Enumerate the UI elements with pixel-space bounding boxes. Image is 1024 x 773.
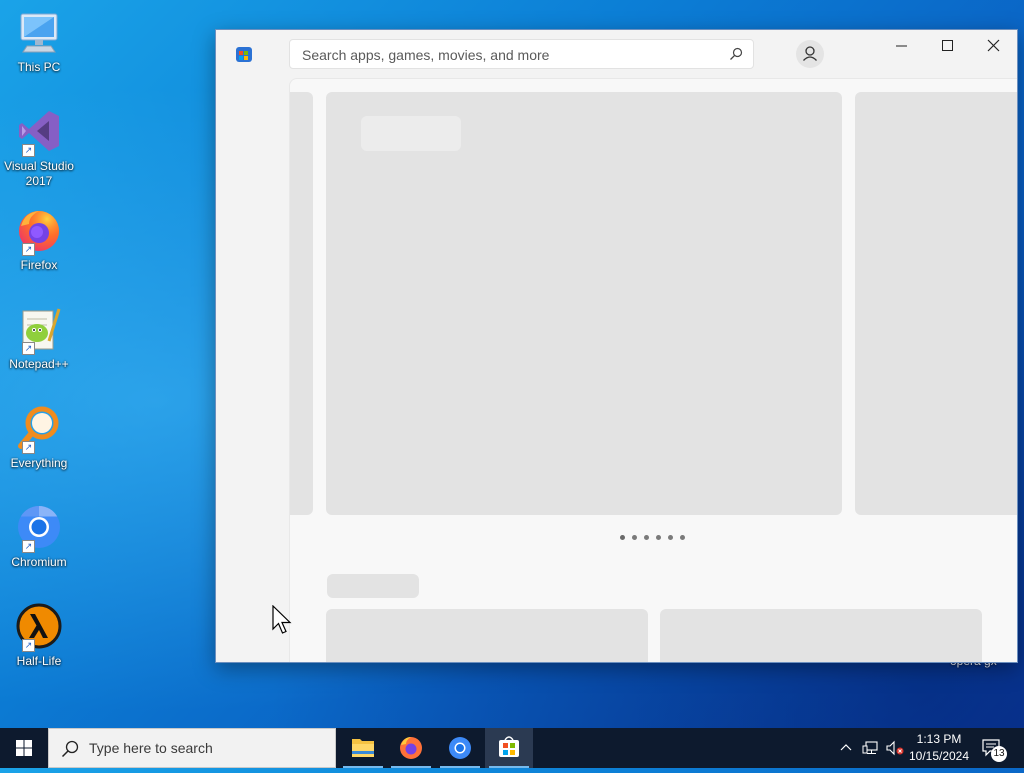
firefox-icon (400, 737, 422, 759)
maximize-button[interactable] (924, 30, 970, 62)
person-icon (803, 46, 817, 61)
account-button[interactable] (796, 40, 824, 68)
search-icon[interactable] (729, 47, 743, 61)
store-search-input[interactable] (300, 44, 724, 66)
taskbar-search-box[interactable]: Type here to search (48, 728, 336, 768)
notepad-plus-plus-icon: ↗ (15, 305, 63, 355)
tile-placeholder[interactable] (660, 609, 982, 662)
mouse-cursor-icon (272, 605, 292, 634)
taskbar-app-file-explorer[interactable] (339, 728, 387, 768)
windows-logo-icon (16, 740, 32, 756)
chromium-icon: ↗ (15, 503, 63, 553)
carousel-dot[interactable] (644, 535, 649, 540)
microsoft-store-icon (499, 736, 519, 757)
monitor-icon (15, 8, 63, 56)
network-icon[interactable] (862, 740, 880, 756)
show-hidden-icons-chevron-icon[interactable] (838, 740, 854, 756)
desktop-icon-label: Half-Life (16, 654, 62, 668)
navigation-sidebar (216, 78, 289, 662)
desktop-icon-label: Firefox (20, 258, 58, 272)
close-button[interactable] (970, 30, 1016, 62)
notification-count-badge: 13 (991, 746, 1007, 762)
search-icon (61, 740, 79, 758)
microsoft-store-logo-icon (236, 47, 252, 62)
desktop-icon-everything[interactable]: ↗ Everything (4, 404, 74, 471)
visual-studio-icon: ↗ (15, 107, 63, 157)
clock-time[interactable]: 1:13 PM (908, 732, 970, 746)
desktop-icon-visual-studio[interactable]: ↗ Visual Studio 2017 (4, 107, 74, 189)
taskbar-app-chromium[interactable] (436, 728, 484, 768)
carousel-dot[interactable] (632, 535, 637, 540)
tile-placeholder[interactable] (326, 609, 648, 662)
desktop-icon-firefox[interactable]: ↗ Firefox (4, 206, 74, 273)
carousel-dot[interactable] (680, 535, 685, 540)
desktop-icon-chromium[interactable]: ↗ Chromium (4, 503, 74, 570)
clock-date[interactable]: 10/15/2024 (905, 749, 973, 763)
taskbar-search-placeholder: Type here to search (89, 740, 213, 756)
taskbar: Type here to search 1:13 PM 10/15/2024 1… (0, 728, 1024, 768)
store-search-box[interactable] (289, 39, 754, 69)
firefox-icon: ↗ (15, 206, 63, 256)
action-center-button[interactable]: 13 (980, 736, 1008, 762)
shortcut-arrow-icon: ↗ (22, 639, 35, 652)
taskbar-app-microsoft-store[interactable] (485, 728, 533, 768)
desktop-icon-this-pc[interactable]: This PC (4, 8, 74, 75)
carousel-card-previous[interactable] (290, 92, 313, 515)
chromium-icon (449, 737, 471, 759)
desktop-icon-half-life[interactable]: ↗ Half-Life (4, 602, 74, 669)
carousel-card-current[interactable] (326, 92, 842, 515)
carousel-dot[interactable] (656, 535, 661, 540)
shortcut-arrow-icon: ↗ (22, 243, 35, 256)
desktop-icon-label: Visual Studio 2017 (4, 159, 74, 188)
carousel-card-next[interactable] (855, 92, 1017, 515)
desktop-icon-label: Notepad++ (9, 357, 69, 371)
desktop-icon-notepad-plus-plus[interactable]: ↗ Notepad++ (4, 305, 74, 372)
shortcut-arrow-icon: ↗ (22, 144, 35, 157)
store-content-loading (289, 78, 1017, 662)
desktop-icon-label: This PC (17, 60, 61, 74)
desktop-icon-label: Everything (10, 456, 68, 470)
minimize-icon (896, 45, 907, 47)
volume-muted-icon[interactable] (885, 740, 905, 756)
carousel-dot[interactable] (620, 535, 625, 540)
shortcut-arrow-icon: ↗ (22, 342, 35, 355)
carousel-title-placeholder (361, 116, 461, 151)
taskbar-app-firefox[interactable] (387, 728, 435, 768)
half-life-icon: ↗ (15, 602, 63, 652)
title-bar[interactable] (216, 30, 1017, 78)
start-button[interactable] (0, 728, 48, 768)
shortcut-arrow-icon: ↗ (22, 441, 35, 454)
desktop-icon-label: Chromium (11, 555, 67, 569)
file-explorer-icon (352, 739, 374, 757)
microsoft-store-window[interactable] (215, 29, 1018, 663)
maximize-icon (942, 40, 953, 51)
close-icon (987, 39, 1000, 52)
minimize-button[interactable] (878, 30, 924, 62)
carousel-dot[interactable] (668, 535, 673, 540)
section-heading-placeholder (327, 574, 419, 598)
shortcut-arrow-icon: ↗ (22, 540, 35, 553)
everything-search-icon: ↗ (15, 404, 63, 454)
